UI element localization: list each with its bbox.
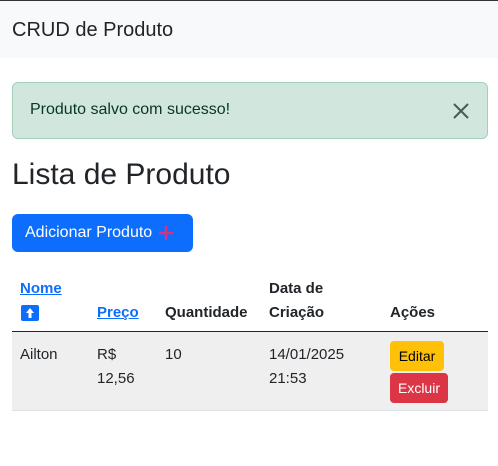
navbar: CRUD de Produto (0, 1, 498, 58)
plus-icon (159, 226, 174, 240)
cell-preco-value: 12,56 (97, 370, 135, 387)
navbar-brand[interactable]: CRUD de Produto (12, 19, 173, 42)
cell-preco-currency: R$ (97, 346, 117, 363)
table-row-border (12, 410, 488, 411)
sort-ascending-icon[interactable] (21, 305, 39, 321)
add-product-button[interactable]: Adicionar Produto (12, 214, 193, 252)
column-header-data-line1: Data de (269, 280, 324, 297)
column-header-preco[interactable]: Preço (97, 301, 139, 325)
edit-button[interactable]: Editar (390, 341, 444, 371)
add-product-label: Adicionar Produto (25, 224, 153, 241)
column-header-quantidade: Quantidade (165, 304, 248, 321)
alert-message: Produto salvo com sucesso! (30, 101, 231, 118)
cell-data-date: 14/01/2025 (269, 346, 345, 363)
success-alert: Produto salvo com sucesso! (12, 82, 488, 139)
close-icon[interactable] (451, 101, 471, 121)
column-header-acoes: Ações (390, 304, 436, 321)
column-header-nome[interactable]: Nome (20, 277, 62, 301)
cell-nome: Ailton (20, 346, 58, 363)
page-title: Lista de Produto (12, 158, 231, 191)
cell-data-time: 21:53 (269, 370, 307, 387)
sort-link-preco[interactable]: Preço (97, 304, 139, 321)
delete-button[interactable]: Excluir (390, 373, 448, 403)
column-header-data-line2: Criação (269, 304, 325, 321)
cell-quantidade: 10 (165, 346, 182, 363)
sort-link-nome[interactable]: Nome (20, 280, 62, 297)
